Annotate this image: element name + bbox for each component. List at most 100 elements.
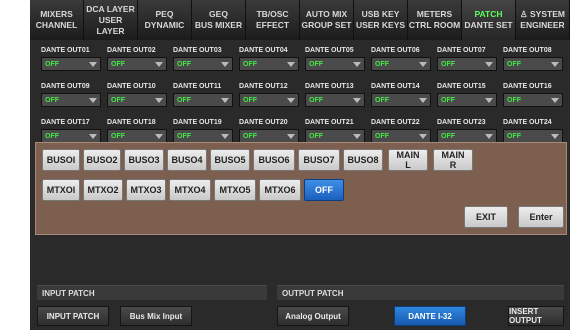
tab-label-top: AUTO MIX (305, 9, 348, 19)
exit-button[interactable]: EXIT (464, 206, 508, 228)
dante-output-label: DANTE OUT17 (41, 119, 90, 126)
dante-output-label: DANTE OUT06 (371, 47, 420, 54)
main-r-button[interactable]: MAIN R (433, 149, 473, 171)
dante-output-dropdown[interactable]: OFF (305, 93, 365, 107)
patch-select-popup: BUSOl BUSO2 BUSO3 BUSO4 BUSO5 BUSO6 BUSO… (35, 142, 567, 235)
mtx02-button[interactable]: MTXO2 (83, 179, 123, 201)
dante-output-cell: DANTE OUT14 OFF (368, 80, 434, 112)
dante-output-value: OFF (441, 132, 455, 140)
dante-output-dropdown[interactable]: OFF (503, 57, 563, 71)
tab-meters-ctrl-room[interactable]: METERS CTRL ROOM (408, 0, 462, 40)
dante-output-label: DANTE OUT03 (173, 47, 222, 54)
tab-peq-dynamic[interactable]: PEQ DYNAMIC (138, 0, 192, 40)
dante-output-dropdown[interactable]: OFF (41, 93, 101, 107)
enter-button[interactable]: Enter (518, 206, 564, 228)
dante-output-dropdown[interactable]: OFF (437, 57, 497, 71)
mtx05-button[interactable]: MTXO5 (214, 179, 256, 201)
tab-mixers-channel[interactable]: MIXERS CHANNEL (30, 0, 84, 40)
dante-output-value: OFF (177, 60, 191, 68)
dante-output-value: OFF (441, 60, 455, 68)
dropdown-arrow-icon (419, 61, 427, 67)
dante-output-dropdown[interactable]: OFF (107, 93, 167, 107)
tab-tbosc-effect[interactable]: TB/OSC EFFECT (246, 0, 300, 40)
analog-output-button[interactable]: Analog Output (277, 306, 349, 326)
dropdown-arrow-icon (89, 133, 97, 139)
tab-label-bottom: DYNAMIC (144, 20, 185, 30)
main-r-label-top: MAIN (441, 150, 465, 160)
mtx01-button[interactable]: MTXOl (42, 179, 80, 201)
dante-output-dropdown[interactable]: OFF (41, 57, 101, 71)
tab-label-top: MIXERS (40, 9, 73, 19)
dante-output-dropdown[interactable]: OFF (107, 129, 167, 143)
dante-output-label: DANTE OUT05 (305, 47, 354, 54)
dante-output-dropdown[interactable]: OFF (173, 57, 233, 71)
tab-patch-dante-set[interactable]: PATCH DANTE SET (462, 0, 516, 40)
tab-label-bottom: CTRL ROOM (408, 20, 461, 30)
mtx03-button[interactable]: MTXO3 (126, 179, 166, 201)
dante-output-dropdown[interactable]: OFF (173, 93, 233, 107)
bus02-button[interactable]: BUSO2 (83, 149, 121, 171)
dante-output-value: OFF (111, 60, 125, 68)
dante-output-value: OFF (375, 60, 389, 68)
dante-output-label: DANTE OUT07 (437, 47, 486, 54)
bus07-button[interactable]: BUSO7 (298, 149, 340, 171)
dante-output-label: DANTE OUT15 (437, 83, 486, 90)
tab-usb-key-user-keys[interactable]: USB KEY USER KEYS (354, 0, 408, 40)
dante-output-value: OFF (111, 132, 125, 140)
dante-output-label: DANTE OUT18 (107, 119, 156, 126)
input-patch-button[interactable]: INPUT PATCH (37, 306, 109, 326)
bus-mix-input-button[interactable]: Bus Mix Input (120, 306, 192, 326)
dante-output-value: OFF (243, 60, 257, 68)
tab-automix-group-set[interactable]: AUTO MIX GROUP SET (300, 0, 354, 40)
dante-output-dropdown[interactable]: OFF (305, 129, 365, 143)
bus08-button[interactable]: BUSO8 (343, 149, 383, 171)
dante-output-dropdown[interactable]: OFF (371, 57, 431, 71)
dante-output-dropdown[interactable]: OFF (239, 57, 299, 71)
dante-output-value: OFF (507, 96, 521, 104)
main-l-button[interactable]: MAIN L (388, 149, 428, 171)
top-tab-bar: MIXERS CHANNEL DCA LAYER USER LAYER PEQ … (30, 0, 570, 40)
insert-output-button[interactable]: INSERT OUTPUT (508, 306, 564, 326)
dante-output-dropdown[interactable]: OFF (107, 57, 167, 71)
dante-output-cell: DANTE OUT05 OFF (302, 44, 368, 76)
dante-output-dropdown[interactable]: OFF (173, 129, 233, 143)
dante-i32-button[interactable]: DANTE I-32 (394, 306, 466, 326)
dante-output-label: DANTE OUT02 (107, 47, 156, 54)
dropdown-arrow-icon (287, 133, 295, 139)
dante-output-dropdown[interactable]: OFF (437, 93, 497, 107)
dante-output-value: OFF (45, 132, 59, 140)
dante-output-dropdown[interactable]: OFF (239, 93, 299, 107)
tab-label-bottom: USER LAYER (96, 14, 125, 36)
mtx04-button[interactable]: MTXO4 (169, 179, 211, 201)
tab-geq-bus-mixer[interactable]: GEQ BUS MIXER (192, 0, 246, 40)
dante-output-dropdown[interactable]: OFF (239, 129, 299, 143)
dante-output-dropdown[interactable]: OFF (371, 93, 431, 107)
dropdown-arrow-icon (353, 133, 361, 139)
dropdown-arrow-icon (221, 97, 229, 103)
mtx06-button[interactable]: MTXO6 (259, 179, 301, 201)
dante-output-dropdown[interactable]: OFF (503, 129, 563, 143)
dante-output-value: OFF (441, 96, 455, 104)
dropdown-arrow-icon (155, 133, 163, 139)
dante-output-value: OFF (177, 96, 191, 104)
tab-label-bottom: USER KEYS (355, 20, 406, 30)
bus03-button[interactable]: BUSO3 (124, 149, 164, 171)
dante-output-dropdown[interactable]: OFF (503, 93, 563, 107)
off-button[interactable]: OFF (304, 179, 344, 201)
dante-output-cell: DANTE OUT02 OFF (104, 44, 170, 76)
bus04-button[interactable]: BUSO4 (167, 149, 207, 171)
dropdown-arrow-icon (485, 61, 493, 67)
tab-dca-layer[interactable]: DCA LAYER USER LAYER (84, 0, 138, 40)
dante-output-cell: DANTE OUT10 OFF (104, 80, 170, 112)
bus01-button[interactable]: BUSOl (42, 149, 80, 171)
dante-output-cell: DANTE OUT15 OFF (434, 80, 500, 112)
dante-output-dropdown[interactable]: OFF (371, 129, 431, 143)
dante-output-dropdown[interactable]: OFF (437, 129, 497, 143)
tab-system-engineer[interactable]: ♙ SYSTEM ENGINEER (516, 0, 570, 40)
dante-output-dropdown[interactable]: OFF (305, 57, 365, 71)
dante-output-grid: DANTE OUT01 OFF DANTE OUT02 OFF DANTE OUT03 O… (38, 44, 566, 152)
dante-output-dropdown[interactable]: OFF (41, 129, 101, 143)
dante-output-label: DANTE OUT08 (503, 47, 552, 54)
bus06-button[interactable]: BUSO6 (253, 149, 295, 171)
bus05-button[interactable]: BUSO5 (210, 149, 250, 171)
